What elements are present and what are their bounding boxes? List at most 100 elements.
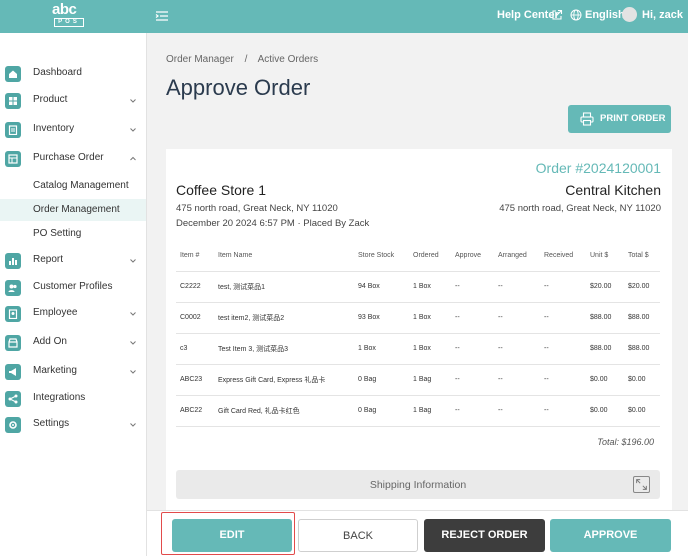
table-cell: C2222 — [176, 271, 214, 303]
breadcrumb-root[interactable]: Order Manager — [166, 54, 234, 65]
globe-icon[interactable] — [570, 9, 582, 21]
external-link-icon[interactable] — [551, 9, 563, 21]
column-header: Store Stock — [354, 240, 409, 272]
chevron-down-icon — [130, 312, 136, 316]
column-header: Approve — [451, 240, 494, 272]
print-order-button[interactable]: PRINT ORDER — [568, 105, 671, 133]
column-header: Total $ — [624, 240, 660, 272]
table-row: C2222 test, 测试菜品1 94 Box 1 Box -- -- -- … — [176, 271, 660, 303]
cart-icon — [5, 151, 21, 167]
print-order-label: PRINT ORDER — [600, 113, 666, 124]
table-cell: -- — [451, 271, 494, 303]
user-greeting[interactable]: Hi, zack — [642, 9, 683, 21]
table-cell: -- — [451, 364, 494, 396]
table-cell: $0.00 — [624, 395, 660, 427]
table-cell: -- — [540, 364, 586, 396]
table-cell: $20.00 — [586, 271, 624, 303]
table-cell: -- — [540, 302, 586, 334]
edit-button-highlight — [161, 512, 295, 555]
sidebar-item-inventory[interactable]: Inventory — [0, 118, 146, 142]
sidebar-item-label: Integrations — [33, 392, 86, 403]
chevron-down-icon — [130, 370, 136, 374]
table-cell: 94 Box — [354, 271, 409, 303]
breadcrumb-current[interactable]: Active Orders — [258, 54, 319, 65]
sidebar-item-label: Purchase Order — [33, 152, 104, 163]
table-cell: -- — [451, 395, 494, 427]
page-title: Approve Order — [166, 75, 311, 100]
order-items-table: Item # Item Name Store Stock Ordered App… — [176, 240, 660, 427]
column-header: Ordered — [409, 240, 451, 272]
table-cell: Gift Card Red, 礼品卡红色 — [214, 395, 354, 427]
sidebar-item-label: Inventory — [33, 123, 75, 134]
back-button[interactable]: BACK — [298, 519, 418, 552]
table-cell: 0 Bag — [354, 364, 409, 396]
menu-collapse-icon[interactable] — [155, 9, 169, 23]
table-row: c3 Test Item 3, 测试菜品3 1 Box 1 Box -- -- … — [176, 333, 660, 365]
order-total: Total: $196.00 — [597, 437, 654, 447]
logo-subtext: POS — [54, 18, 84, 27]
sidebar-item-integrations[interactable]: Integrations — [0, 387, 146, 411]
sidebar-item-label: Employee — [33, 307, 78, 318]
sidebar-item-purchase-order[interactable]: Purchase Order — [0, 147, 146, 171]
store-address: 475 north road, Great Neck, NY 11020 — [176, 203, 338, 214]
approve-button[interactable]: APPROVE — [550, 519, 671, 552]
sidebar-item-label: Product — [33, 94, 68, 105]
table-cell: $20.00 — [624, 271, 660, 303]
column-header: Item Name — [214, 240, 354, 272]
chevron-up-icon — [130, 156, 136, 161]
sidebar-subitem-order-management[interactable]: Order Management — [0, 199, 146, 221]
sidebar-item-marketing[interactable]: Marketing — [0, 360, 146, 384]
brand-logo[interactable]: abc POS — [52, 2, 86, 27]
chevron-down-icon — [130, 128, 136, 132]
sidebar-item-label: Dashboard — [33, 67, 82, 78]
shipping-information-panel[interactable]: Shipping Information — [176, 470, 660, 499]
breadcrumb: Order Manager / Active Orders — [166, 54, 318, 65]
table-cell: 1 Box — [409, 271, 451, 303]
table-cell: ABC23 — [176, 364, 214, 396]
sidebar-subitem-catalog-management[interactable]: Catalog Management — [0, 175, 146, 197]
sidebar-item-label: Marketing — [33, 365, 77, 376]
table-cell: $0.00 — [586, 395, 624, 427]
avatar[interactable] — [622, 7, 637, 22]
users-icon — [5, 280, 21, 296]
grid-icon — [5, 93, 21, 109]
sidebar-item-report[interactable]: Report — [0, 249, 146, 273]
reject-order-button[interactable]: REJECT ORDER — [424, 519, 545, 552]
expand-icon[interactable] — [633, 476, 650, 493]
sidebar-item-customer-profiles[interactable]: Customer Profiles — [0, 276, 146, 300]
sidebar-subitem-label: Order Management — [33, 204, 120, 215]
column-header: Unit $ — [586, 240, 624, 272]
table-cell: 93 Box — [354, 302, 409, 334]
printer-icon — [580, 112, 594, 126]
home-icon — [5, 66, 21, 82]
column-header: Arranged — [494, 240, 540, 272]
badge-icon — [5, 306, 21, 322]
sidebar-item-add-on[interactable]: Add On — [0, 331, 146, 355]
table-cell: -- — [451, 302, 494, 334]
table-cell: -- — [494, 271, 540, 303]
chevron-down-icon — [130, 341, 136, 345]
table-cell: -- — [494, 302, 540, 334]
kitchen-address: 475 north road, Great Neck, NY 11020 — [499, 203, 661, 214]
sidebar-subitem-po-setting[interactable]: PO Setting — [0, 223, 146, 245]
sidebar-subitem-label: Catalog Management — [33, 180, 129, 191]
sidebar-item-dashboard[interactable]: Dashboard — [0, 62, 146, 86]
table-cell: -- — [494, 364, 540, 396]
megaphone-icon — [5, 364, 21, 380]
table-cell: 1 Box — [409, 333, 451, 365]
help-center-link[interactable]: Help Center — [497, 9, 559, 21]
chevron-down-icon — [130, 259, 136, 263]
table-cell: 1 Box — [409, 302, 451, 334]
sidebar-item-product[interactable]: Product — [0, 89, 146, 113]
language-selector[interactable]: English — [585, 9, 625, 21]
sidebar-item-settings[interactable]: Settings — [0, 413, 146, 437]
table-cell: test, 测试菜品1 — [214, 271, 354, 303]
chevron-down-icon — [130, 423, 136, 427]
column-header: Item # — [176, 240, 214, 272]
sidebar: Dashboard Product Inventory Purchase Ord… — [0, 33, 147, 556]
table-cell: 1 Box — [354, 333, 409, 365]
sidebar-item-label: Add On — [33, 336, 67, 347]
table-cell: 1 Bag — [409, 364, 451, 396]
table-cell: -- — [451, 333, 494, 365]
sidebar-item-employee[interactable]: Employee — [0, 302, 146, 326]
